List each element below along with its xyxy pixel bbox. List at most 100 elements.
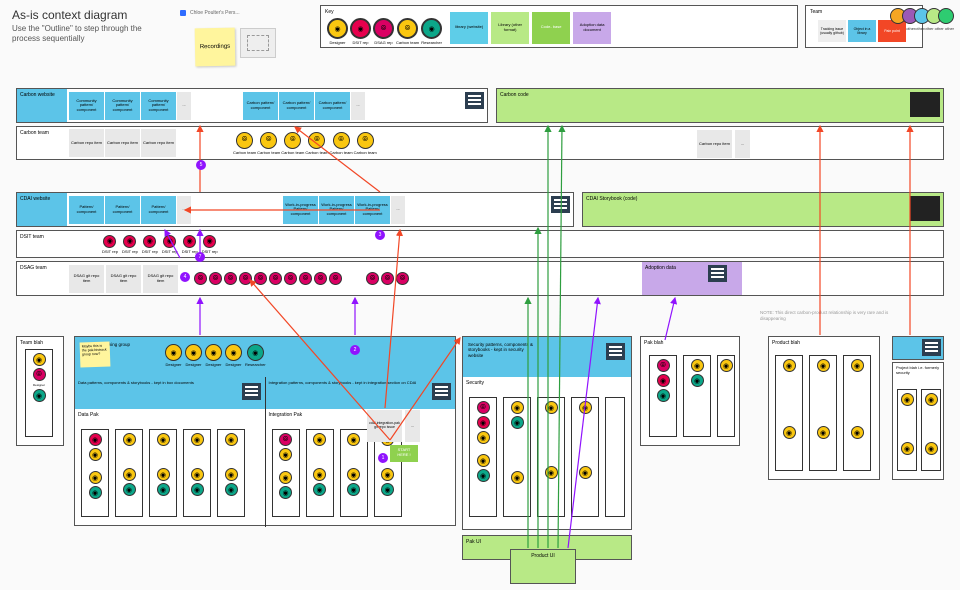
pattern-card: Carbon pattern/ component — [279, 92, 314, 120]
dsag-icon: ⦾ — [396, 272, 409, 285]
product-blah-panel: Product blah ◉◉ ◉◉ ◉◉ — [768, 336, 880, 480]
carbon-team-lane: Carbon team Carbon repo item Carbon repo… — [16, 126, 944, 160]
terminal-icon — [910, 196, 940, 221]
maybe-sticky[interactable]: Maybe this is the pak-bistrack group now… — [80, 341, 111, 367]
dsag-icon: ⦾ — [239, 272, 252, 285]
pattern-card: ... — [177, 92, 191, 120]
repo-card: Carbon repo item — [69, 129, 104, 157]
lane-title: CDAI website — [17, 193, 67, 226]
product-ui-lane: Product UI — [510, 549, 576, 584]
pattern-card: ... — [391, 196, 405, 224]
pattern-card: Pattern/ component — [69, 196, 104, 224]
project-blah-panel: Project blah i.e. formerly security ◉◉ ◉… — [892, 362, 944, 480]
page-title: As-is context diagram — [12, 8, 127, 22]
dsit-rep-icon: ◉ — [350, 18, 371, 39]
designer-icon: ◉ — [185, 344, 202, 361]
pak-blah-panel: Pak blah ⦾◉◉ ◉◉ ◉ — [640, 336, 740, 446]
legend-box: Library (other format) — [491, 12, 529, 44]
pattern-card: Work-in-progress Pattern/ component — [283, 196, 318, 224]
carbon-icon: ⦾ — [260, 132, 277, 149]
start-here-label[interactable]: START HERE ! — [390, 445, 418, 462]
step-num: 4 — [180, 272, 190, 282]
designer-icon: ◉ — [33, 353, 46, 366]
recordings-sticky[interactable]: Recordings — [195, 28, 236, 67]
dsag-icon: ⦾ — [209, 272, 222, 285]
lane-title: Carbon team — [17, 127, 67, 159]
carbon-icon: ⦾ — [333, 132, 350, 149]
legend-box: Adoption data document — [573, 12, 611, 44]
legend-tracking: Tracking issue (usually github) — [818, 20, 846, 42]
repo-card: DSAG git repo item — [143, 265, 178, 293]
pattern-card: ... — [351, 92, 365, 120]
dsit-icon: ◉ — [203, 235, 216, 248]
cdai-issue-card: cdai-integration-pak git repo issue — [367, 410, 402, 442]
lane-title: CDAI Storybook (code) — [583, 193, 673, 226]
pattern-card: Carbon pattern/ component — [315, 92, 350, 120]
panel-title: Product blah — [769, 337, 879, 349]
corner-labels: otherotherother other other — [906, 26, 954, 31]
image-placeholder — [240, 28, 276, 58]
dsag-icon: ⦾ — [366, 272, 379, 285]
dsag-icon: ⦾ — [314, 272, 327, 285]
dsag-icon: ⦾ — [381, 272, 394, 285]
pattern-card: Pattern/ component — [141, 196, 176, 224]
repo-card: DSAG git repo item — [106, 265, 141, 293]
pattern-card: Community pattern/ component — [69, 92, 104, 120]
dsit-icon: ◉ — [183, 235, 196, 248]
lane-title: Carbon website — [17, 89, 67, 122]
designer-icon: ◉ — [205, 344, 222, 361]
researcher-icon: ◉ — [421, 18, 442, 39]
cdai-storybook-lane: CDAI Storybook (code) — [582, 192, 944, 227]
dsag-icon: ⦾ — [284, 272, 297, 285]
step-num: 2 — [350, 345, 360, 355]
dsag-icon: ⦾ — [224, 272, 237, 285]
legend-box: Code- base — [532, 12, 570, 44]
security-panel: Security patterns, components & storyboo… — [462, 336, 632, 530]
dsag-icon: ⦾ — [299, 272, 312, 285]
presence-label: Chloe Poulter's Pers... — [190, 10, 240, 16]
pattern-card: Work-in-progress Pattern/ component — [319, 196, 354, 224]
dsag-icon: ⦾ — [329, 272, 342, 285]
adoption-data-title: Adoption data — [642, 262, 742, 295]
note-text: NOTE: This direct carbon-product relatio… — [760, 310, 890, 322]
panel-title: Security patterns, components & storyboo… — [468, 342, 538, 358]
data-patterns-head: Data patterns, components & storybooks -… — [75, 377, 265, 409]
step-num: 3 — [375, 230, 385, 240]
card-ellipsis: ... — [405, 410, 420, 442]
pattern-card: Work-in-progress Pattern/ component — [355, 196, 390, 224]
library-icon — [708, 265, 727, 282]
integration-patterns-head: Integration patterns, components & story… — [265, 377, 456, 409]
corner-avatars — [894, 8, 954, 24]
presence-dot — [180, 10, 186, 16]
panel-title: Project blah i.e. formerly security — [893, 363, 943, 379]
designer-icon: ◉ — [165, 344, 182, 361]
cdai-website-lane: CDAI website Pattern/ component Pattern/ … — [16, 192, 574, 227]
data-pak-area: Data Pak ◉◉◉◉ ◉◉◉ ◉◉◉ ◉◉◉ ◉◉◉ — [75, 409, 265, 527]
panel-title: Pak blah — [641, 337, 739, 349]
dsag-icon: ⦾ — [33, 368, 46, 381]
lane-title: Carbon code — [497, 89, 547, 122]
dsag-icon: ⦾ — [269, 272, 282, 285]
lane-title: DSIT team — [17, 231, 67, 257]
key-label: Key — [325, 9, 334, 15]
pattern-card: Community pattern/ component — [141, 92, 176, 120]
carbon-icon: ⦾ — [284, 132, 301, 149]
carbon-code-lane: Carbon code — [496, 88, 944, 123]
researcher-icon: ◉ — [33, 389, 46, 402]
step-num: 5 — [196, 160, 206, 170]
pattern-card: Carbon pattern/ component — [243, 92, 278, 120]
carbon-icon: ⦾ — [357, 132, 374, 149]
repo-card: Carbon repo item — [105, 129, 140, 157]
team-legend-label: Team — [810, 9, 822, 15]
pattern-card: Community pattern/ component — [105, 92, 140, 120]
library-icon — [606, 343, 625, 360]
panel-title: Team blah — [17, 337, 63, 349]
dsit-icon: ◉ — [143, 235, 156, 248]
researcher-icon: ◉ — [247, 344, 264, 361]
dsag-rep-icon: ⦾ — [373, 18, 394, 39]
designer-icon: ◉ — [225, 344, 242, 361]
repo-card: Carbon repo item — [141, 129, 176, 157]
carbon-team-icon: ⦾ — [397, 18, 418, 39]
dsit-icon: ◉ — [103, 235, 116, 248]
carbon-website-lane: Carbon website Community pattern/ compon… — [16, 88, 488, 123]
